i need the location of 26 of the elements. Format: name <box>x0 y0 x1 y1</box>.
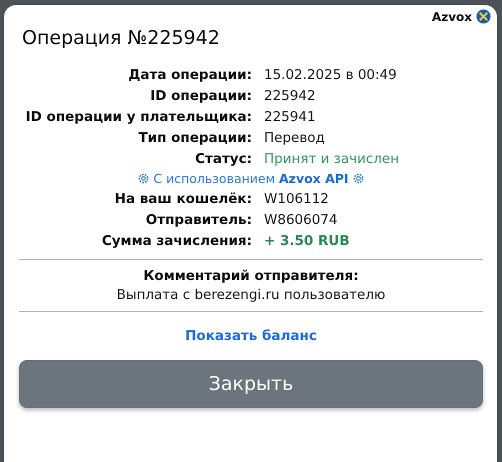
detail-value: 225941 <box>264 109 317 125</box>
detail-label: ID операции у плательщика: <box>24 109 252 125</box>
detail-value: 225942 <box>264 88 317 104</box>
detail-label: ID операции: <box>149 88 252 104</box>
gear-icon <box>138 173 150 184</box>
detail-value: W106112 <box>264 191 330 207</box>
detail-label: Отправитель: <box>144 212 252 228</box>
detail-value: Принят и зачислен <box>264 151 400 167</box>
comment-text: Выплата с berezengi.ru пользователю <box>116 287 386 303</box>
detail-value: Перевод <box>264 130 326 146</box>
close-button[interactable]: Закрыть <box>19 360 483 408</box>
dialog-title: Операция №225942 <box>22 27 221 49</box>
show-balance-link[interactable]: Показать баланс <box>185 328 317 344</box>
gear-icon <box>352 173 364 184</box>
detail-value: 15.02.2025 в 00:49 <box>264 67 398 83</box>
detail-label: Тип операции: <box>137 130 252 146</box>
api-note: С использованием Azvox API <box>153 171 349 186</box>
detail-label: Статус: <box>194 151 252 167</box>
comment-label: Комментарий отправителя: <box>142 268 360 284</box>
brand-name: Azvox <box>432 10 472 24</box>
detail-label: На ваш кошелёк: <box>114 191 252 207</box>
detail-label: Дата операции: <box>127 67 252 83</box>
logo-icon <box>476 9 491 24</box>
detail-value: W8606074 <box>264 212 338 228</box>
detail-label: Сумма зачисления: <box>100 233 252 249</box>
detail-value: + 3.50 RUB <box>264 233 351 249</box>
